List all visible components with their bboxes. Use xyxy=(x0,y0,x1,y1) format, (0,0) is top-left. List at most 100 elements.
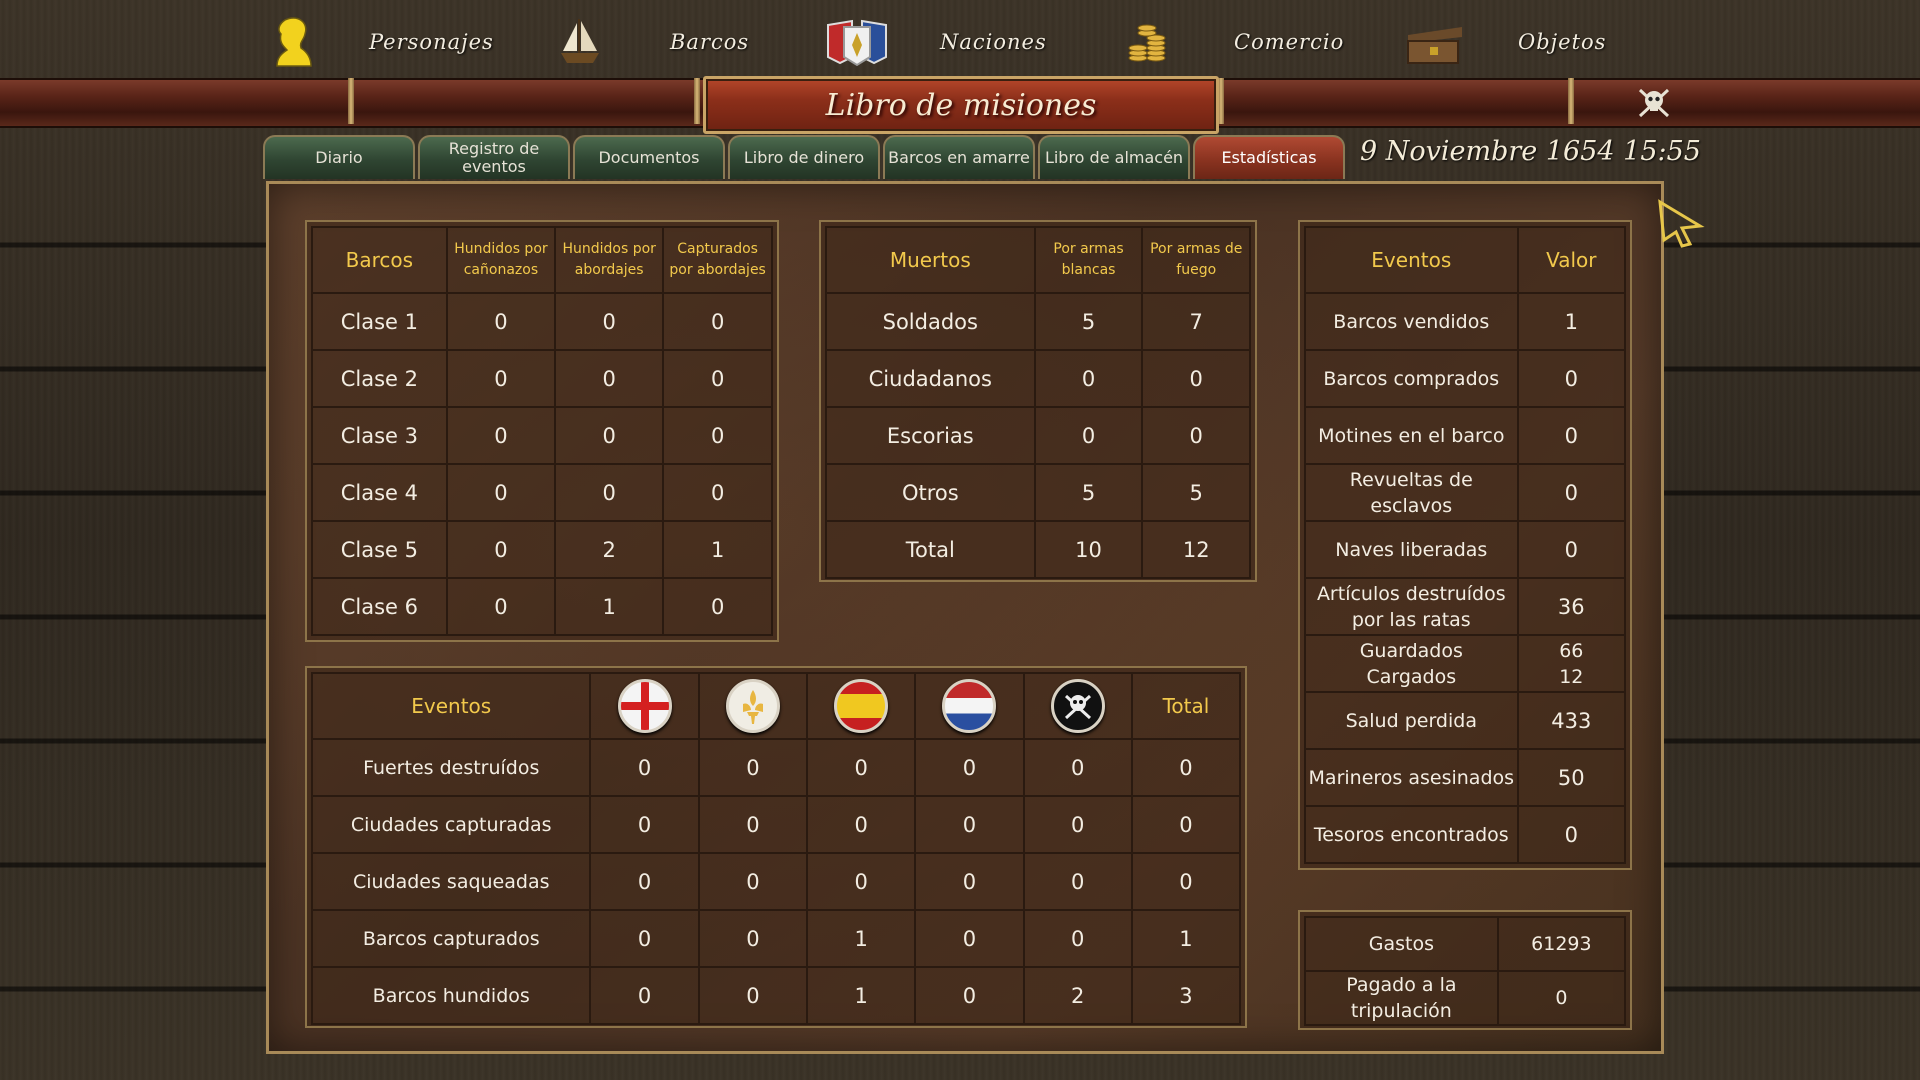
coins-icon xyxy=(1120,14,1176,70)
table-row: Clase 2 0 0 0 xyxy=(311,349,773,408)
table-cell: 1 xyxy=(554,577,665,636)
table-row: Barcos capturados 0 0 1 0 0 1 xyxy=(310,909,1242,968)
title-bar-joint xyxy=(694,78,700,124)
table-cell: 0 xyxy=(589,966,700,1025)
table-row: Ciudadanos 0 0 xyxy=(825,349,1251,408)
row-label: Total xyxy=(825,520,1036,579)
close-skull-button[interactable] xyxy=(1636,84,1672,120)
table-cell: 0 xyxy=(554,349,665,408)
table-cell: 0 xyxy=(445,463,557,522)
table-row: Tesoros encontrados 0 xyxy=(1304,805,1627,864)
table-row: Barcos vendidos 1 xyxy=(1304,292,1627,351)
nation-header-england xyxy=(589,672,700,740)
table-cell: 0 xyxy=(1141,406,1251,465)
row-label: Salud perdida xyxy=(1304,691,1519,750)
table-row: Artículos destruídos por las ratas 36 xyxy=(1304,577,1627,636)
nav-naciones[interactable]: Naciones xyxy=(822,12,1047,72)
table-header-row: Muertos Por armas blancas Por armas de f… xyxy=(825,226,1251,294)
table-cell: 1 xyxy=(1130,909,1242,968)
row-label: Barcos capturados xyxy=(310,909,592,968)
table-row: Escorias 0 0 xyxy=(825,406,1251,465)
table-cell: 50 xyxy=(1516,748,1627,807)
column-header: Barcos xyxy=(311,226,448,294)
table-cell: 433 xyxy=(1516,691,1627,750)
tab-diario[interactable]: Diario xyxy=(263,135,415,179)
nav-personajes[interactable]: Personajes xyxy=(265,12,494,72)
skull-crossbones-icon xyxy=(1638,88,1670,118)
table-cell: 66 12 xyxy=(1516,634,1627,693)
row-label: Tesoros encontrados xyxy=(1304,805,1519,864)
ships-box: Barcos Hundidos por cañonazos Hundidos p… xyxy=(305,220,779,642)
column-header: Eventos xyxy=(1304,226,1519,294)
table-cell: 0 xyxy=(1022,795,1133,854)
game-date: 9 Noviembre 1654 15:55 xyxy=(1360,136,1701,167)
column-header: Hundidos por cañonazos xyxy=(445,226,557,294)
character-bust-icon xyxy=(265,14,321,70)
nav-objetos[interactable]: Objetos xyxy=(1400,12,1606,72)
table-header-row: Eventos Valor xyxy=(1304,226,1627,294)
table-cell: 0 xyxy=(589,795,700,854)
row-label: Artículos destruídos por las ratas xyxy=(1304,577,1519,636)
table-row: Clase 6 0 1 0 xyxy=(311,577,773,636)
expenses-table: Gastos 61293 Pagado a la tripulación 0 xyxy=(1304,916,1627,1026)
table-row: Clase 5 0 2 1 xyxy=(311,520,773,579)
table-cell: 0 xyxy=(554,292,665,351)
table-cell: 0 xyxy=(445,292,557,351)
table-cell: 0 xyxy=(1141,349,1251,408)
row-label: Clase 4 xyxy=(311,463,448,522)
table-cell: 0 xyxy=(445,406,557,465)
table-row: Barcos comprados 0 xyxy=(1304,349,1627,408)
table-cell: 0 xyxy=(1033,349,1144,408)
column-header: Total xyxy=(1130,672,1242,740)
table-cell: 1 xyxy=(662,520,773,579)
title-bar-joint xyxy=(348,78,354,124)
table-cell: 0 xyxy=(589,909,700,968)
tab-registro-de-eventos[interactable]: Registro de eventos xyxy=(418,135,570,179)
title-bar-joint xyxy=(1568,78,1574,124)
table-cell: 0 xyxy=(914,795,1025,854)
tab-libro-de-almacen[interactable]: Libro de almacén xyxy=(1038,135,1190,179)
row-label: Soldados xyxy=(825,292,1036,351)
table-row: Soldados 5 7 xyxy=(825,292,1251,351)
deaths-table: Muertos Por armas blancas Por armas de f… xyxy=(825,226,1251,579)
table-cell: 0 xyxy=(1516,349,1627,408)
table-cell: 1 xyxy=(1516,292,1627,351)
table-cell: 0 xyxy=(662,463,773,522)
table-cell: 3 xyxy=(1130,966,1242,1025)
table-cell: 0 xyxy=(1516,406,1627,465)
table-cell: 0 xyxy=(445,520,557,579)
table-row: Salud perdida 433 xyxy=(1304,691,1627,750)
ship-icon xyxy=(552,14,608,70)
table-row: Barcos hundidos 0 0 1 0 2 3 xyxy=(310,966,1242,1025)
events-values-box: Eventos Valor Barcos vendidos 1 Barcos c… xyxy=(1298,220,1632,870)
row-label: Ciudades capturadas xyxy=(310,795,592,854)
table-row: Gastos 61293 xyxy=(1304,916,1627,972)
column-header: Muertos xyxy=(825,226,1036,294)
table-cell: 5 xyxy=(1033,292,1144,351)
table-header-row: Eventos Total xyxy=(310,672,1242,740)
nav-comercio[interactable]: Comercio xyxy=(1120,12,1344,72)
table-cell: 61293 xyxy=(1496,916,1627,972)
nations-shield-icon xyxy=(822,14,892,70)
row-label: Clase 1 xyxy=(311,292,448,351)
table-cell: 0 xyxy=(806,852,917,911)
row-label: Motines en el barco xyxy=(1304,406,1519,465)
column-header: Valor xyxy=(1516,226,1627,294)
nav-label-comercio: Comercio xyxy=(1234,30,1345,54)
table-cell: 0 xyxy=(1516,805,1627,864)
table-cell: 0 xyxy=(554,463,665,522)
nation-header-spain xyxy=(806,672,917,740)
tab-barcos-en-amarre[interactable]: Barcos en amarre xyxy=(883,135,1035,179)
nav-label-personajes: Personajes xyxy=(369,30,494,54)
tab-libro-de-dinero[interactable]: Libro de dinero xyxy=(728,135,880,179)
table-cell: 0 xyxy=(554,406,665,465)
tab-estadisticas[interactable]: Estadísticas xyxy=(1193,135,1345,179)
expenses-box: Gastos 61293 Pagado a la tripulación 0 xyxy=(1298,910,1632,1030)
nav-barcos[interactable]: Barcos xyxy=(552,12,749,72)
table-cell: 0 xyxy=(697,795,809,854)
table-cell: 5 xyxy=(1141,463,1251,522)
tab-documentos[interactable]: Documentos xyxy=(573,135,725,179)
table-row: Guardados Cargados 66 12 xyxy=(1304,634,1627,693)
table-row: Total 10 12 xyxy=(825,520,1251,579)
table-cell: 0 xyxy=(445,577,557,636)
